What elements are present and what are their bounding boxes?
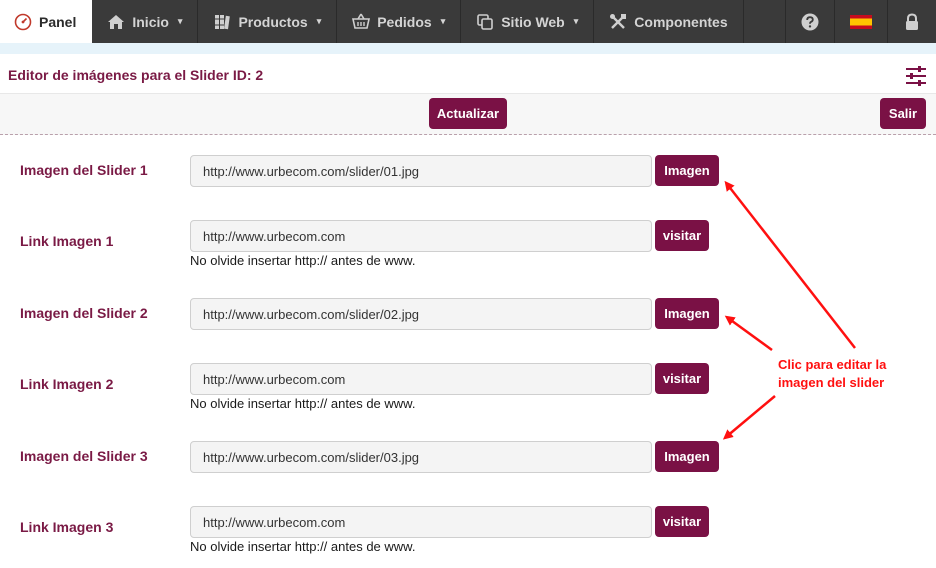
- top-nav: Panel Inicio ▾ Productos ▾ Pedidos ▾ Sit…: [0, 0, 936, 43]
- link2-input[interactable]: [190, 363, 652, 395]
- nav-productos[interactable]: Productos ▾: [198, 0, 338, 43]
- nav-inicio-label: Inicio: [132, 13, 169, 30]
- books-icon: [213, 13, 231, 31]
- slider1-label: Imagen del Slider 1: [20, 162, 148, 178]
- link1-input[interactable]: [190, 220, 652, 252]
- nav-componentes-label: Componentes: [634, 13, 728, 30]
- nav-pedidos-label: Pedidos: [377, 13, 432, 30]
- nav-componentes[interactable]: Componentes: [594, 0, 744, 43]
- link2-label: Link Imagen 2: [20, 376, 114, 392]
- slider1-input[interactable]: [190, 155, 652, 187]
- home-icon: [107, 13, 125, 31]
- link3-visit-button[interactable]: visitar: [655, 506, 709, 537]
- arrow-to-slider3: [722, 395, 776, 440]
- arrow-to-slider1: [724, 180, 856, 349]
- nav-sitio-web[interactable]: Sitio Web ▾: [461, 0, 595, 43]
- lock-button[interactable]: [887, 0, 936, 43]
- link2-visit-button[interactable]: visitar: [655, 363, 709, 394]
- slider1-image-button[interactable]: Imagen: [655, 155, 719, 186]
- link3-label: Link Imagen 3: [20, 519, 114, 535]
- slider3-label: Imagen del Slider 3: [20, 448, 148, 464]
- nav-inicio[interactable]: Inicio ▾: [92, 0, 199, 43]
- annotation-line1: Clic para editar la: [778, 357, 887, 372]
- nav-productos-label: Productos: [238, 13, 308, 30]
- spain-flag-icon: [850, 13, 872, 31]
- arrow-to-slider2: [724, 315, 773, 352]
- sliders-icon[interactable]: [905, 66, 927, 86]
- link3-hint: No olvide insertar http:// antes de www.: [190, 539, 416, 554]
- chevron-down-icon: ▾: [316, 16, 322, 26]
- link3-input[interactable]: [190, 506, 652, 538]
- toolbar: Actualizar Salir: [0, 94, 936, 135]
- chevron-down-icon: ▾: [573, 16, 579, 26]
- slider3-image-button[interactable]: Imagen: [655, 441, 719, 472]
- slider2-image-button[interactable]: Imagen: [655, 298, 719, 329]
- tools-icon: [609, 13, 627, 31]
- nav-right-group: [785, 0, 936, 43]
- copy-icon: [476, 13, 494, 31]
- page-header: Editor de imágenes para el Slider ID: 2: [0, 54, 936, 94]
- nav-pedidos[interactable]: Pedidos ▾: [337, 0, 462, 43]
- language-button[interactable]: [834, 0, 887, 43]
- link1-hint: No olvide insertar http:// antes de www.: [190, 253, 416, 268]
- annotation-line2: imagen del slider: [778, 375, 885, 390]
- slider3-input[interactable]: [190, 441, 652, 473]
- nav-panel[interactable]: Panel: [0, 0, 93, 43]
- slider2-input[interactable]: [190, 298, 652, 330]
- link1-visit-button[interactable]: visitar: [655, 220, 709, 251]
- exit-button[interactable]: Salir: [880, 98, 926, 129]
- page-title: Editor de imágenes para el Slider ID: 2: [8, 67, 264, 83]
- slider2-label: Imagen del Slider 2: [20, 305, 148, 321]
- update-button[interactable]: Actualizar: [429, 98, 507, 129]
- annotation-text: Clic para editar la imagen del slider: [778, 356, 898, 392]
- lock-icon: [903, 12, 921, 31]
- nav-strip: [0, 43, 936, 54]
- nav-panel-label: Panel: [39, 13, 77, 30]
- chevron-down-icon: ▾: [440, 16, 446, 26]
- basket-icon: [352, 13, 371, 31]
- link2-hint: No olvide insertar http:// antes de www.: [190, 396, 416, 411]
- app-root: Panel Inicio ▾ Productos ▾ Pedidos ▾ Sit…: [0, 0, 936, 568]
- gauge-icon: [14, 13, 32, 31]
- link1-label: Link Imagen 1: [20, 233, 114, 249]
- help-button[interactable]: [785, 0, 834, 43]
- nav-sitio-web-label: Sitio Web: [501, 13, 565, 30]
- chevron-down-icon: ▾: [177, 16, 183, 26]
- help-icon: [801, 13, 819, 31]
